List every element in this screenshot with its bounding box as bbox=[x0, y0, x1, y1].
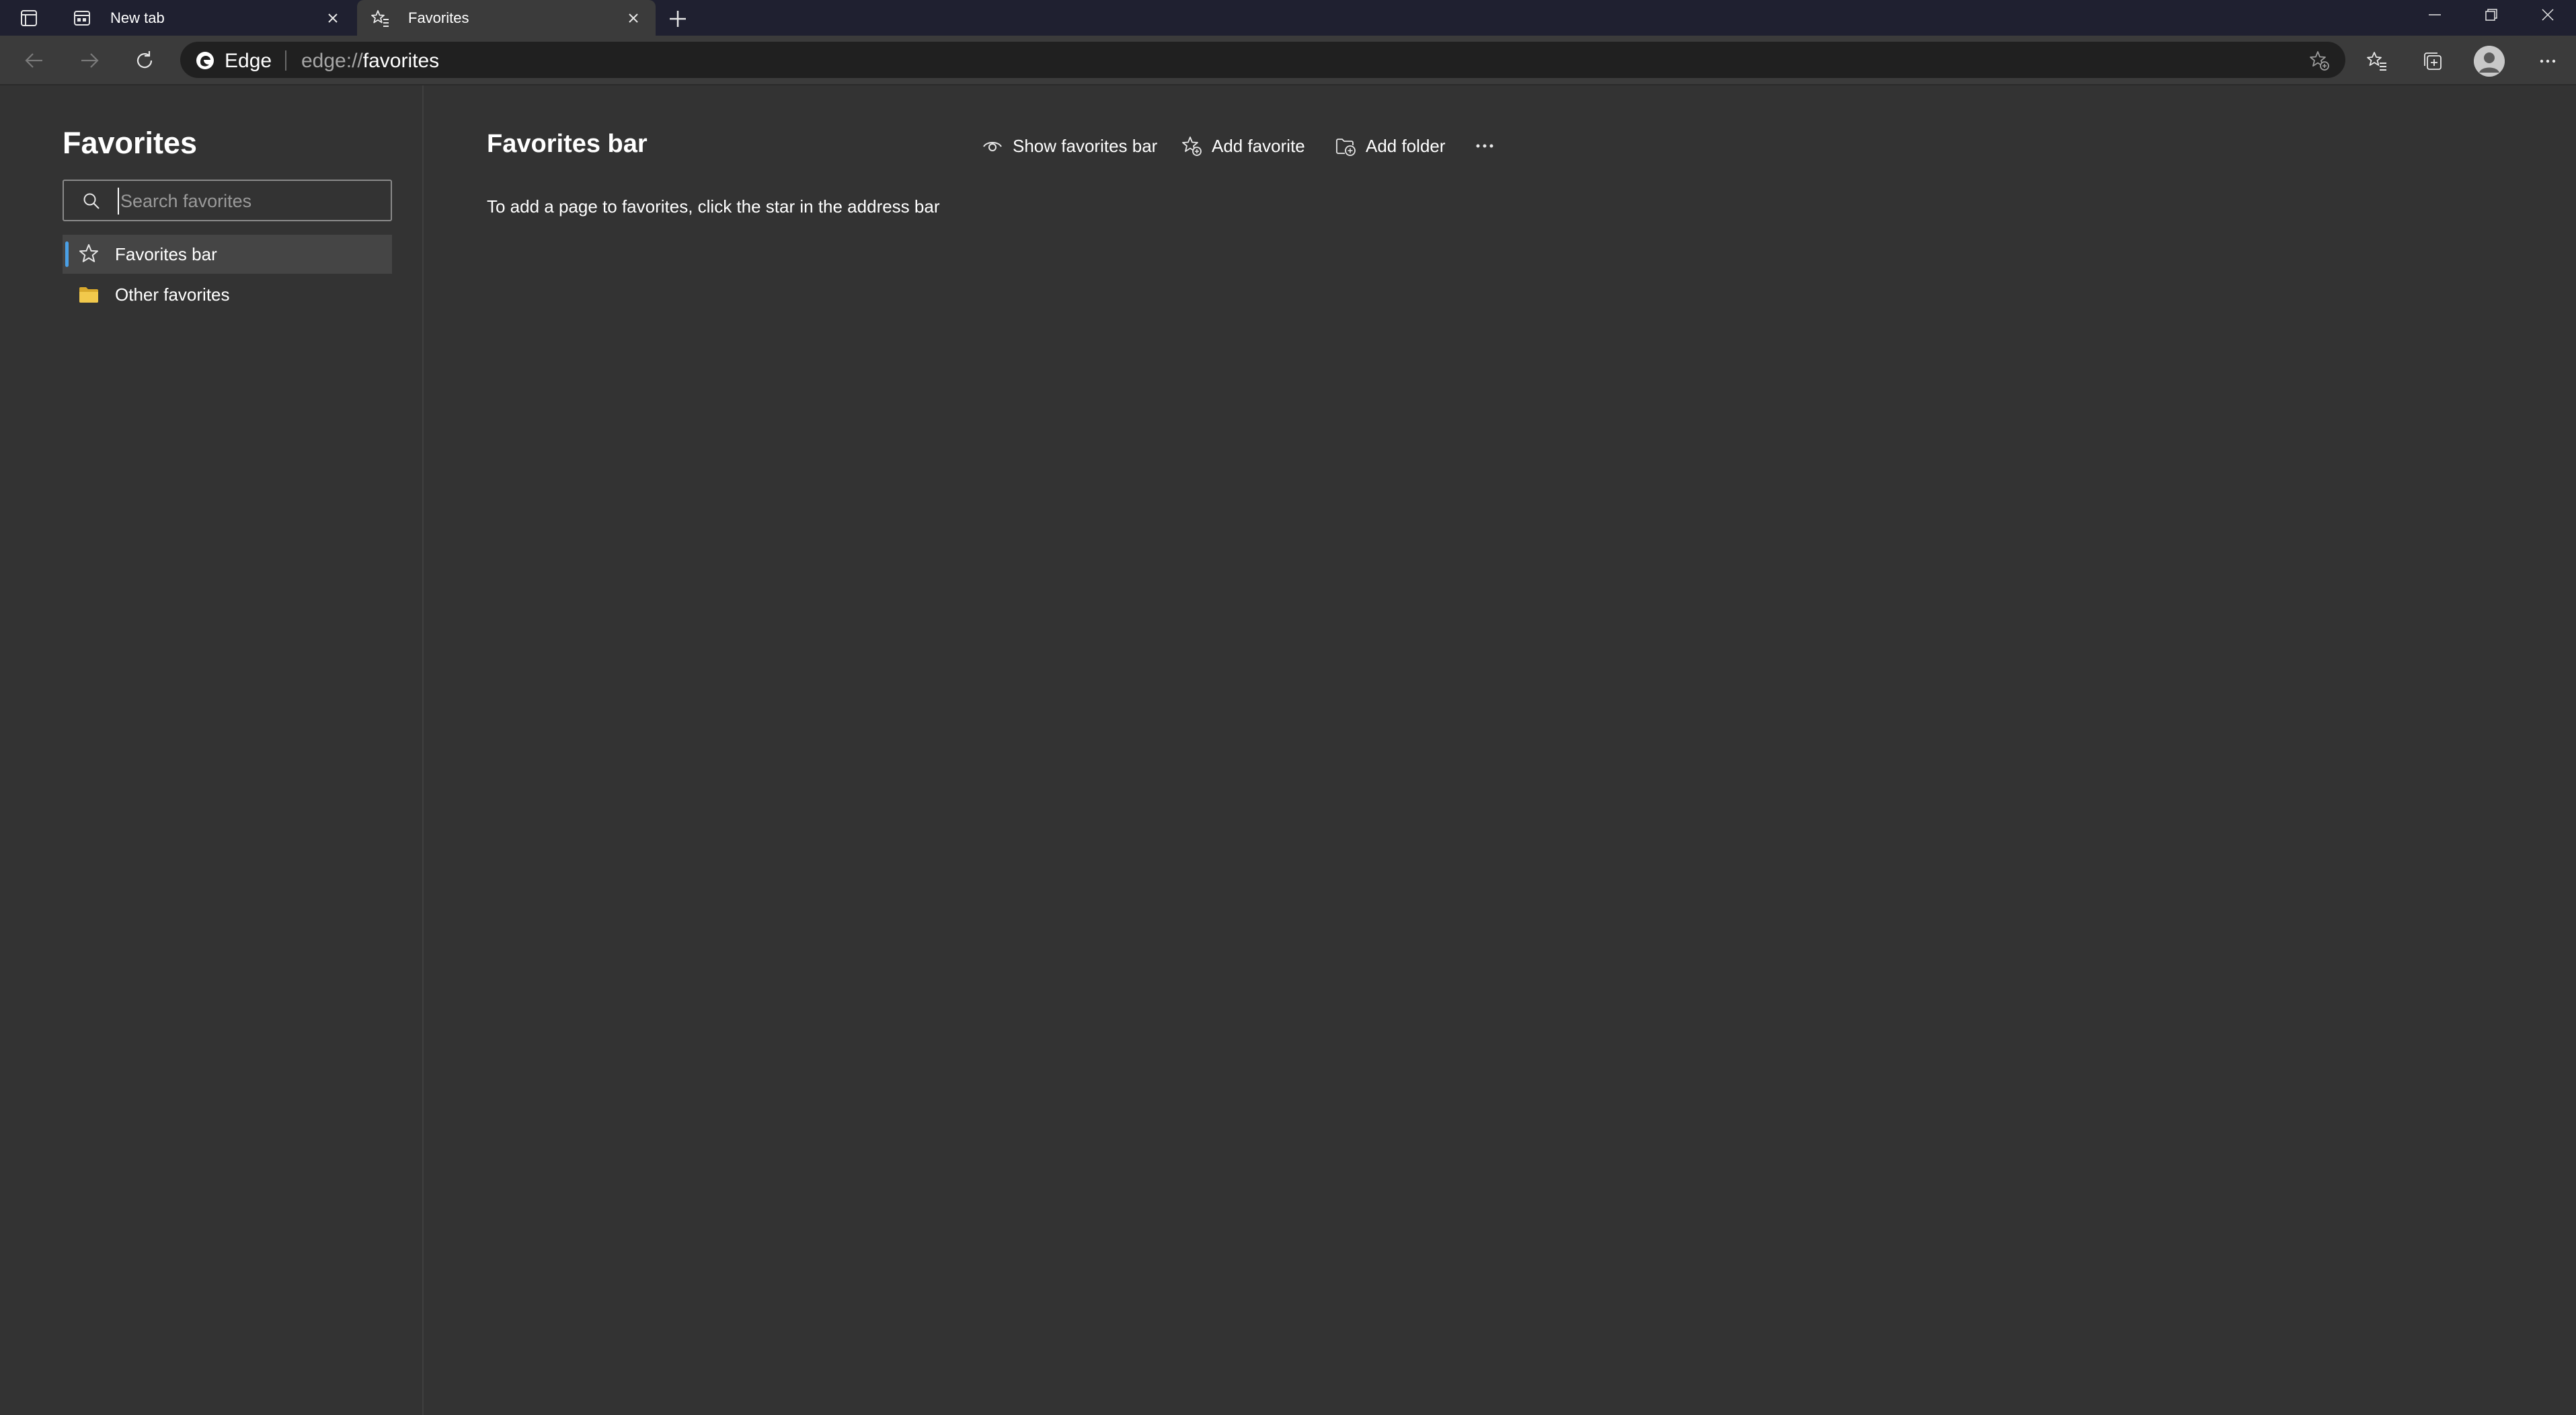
forward-arrow-icon[interactable] bbox=[75, 46, 104, 75]
site-identity-label: Edge bbox=[225, 50, 272, 72]
favorites-star-icon bbox=[370, 9, 389, 28]
favorites-main-pane: Favorites bar Show favorites bar Add fav… bbox=[425, 85, 2576, 1415]
add-favorite-button[interactable]: Add favorite bbox=[1181, 130, 1305, 162]
close-tab-icon[interactable] bbox=[324, 9, 342, 27]
page-title: Favorites bar bbox=[487, 130, 648, 158]
url-text[interactable]: edge://favorites bbox=[301, 50, 439, 73]
close-tab-icon[interactable] bbox=[625, 9, 642, 27]
address-bar[interactable]: Edge edge://favorites bbox=[180, 42, 2345, 78]
add-favorite-label: Add favorite bbox=[1212, 135, 1305, 156]
favorites-hub-icon[interactable] bbox=[2363, 47, 2391, 75]
sidebar-title: Favorites bbox=[63, 126, 198, 160]
settings-more-icon[interactable] bbox=[2534, 47, 2562, 75]
sidebar-item-label: Favorites bar bbox=[115, 243, 217, 264]
sidebar-item-label: Other favorites bbox=[115, 284, 230, 305]
eye-icon bbox=[982, 135, 1003, 157]
empty-state-message: To add a page to favorites, click the st… bbox=[487, 196, 940, 217]
browser-toolbar: Edge edge://favorites bbox=[0, 36, 2576, 85]
back-arrow-icon[interactable] bbox=[20, 46, 48, 75]
close-window-icon[interactable] bbox=[2520, 0, 2576, 30]
show-favorites-bar-button[interactable]: Show favorites bar bbox=[982, 130, 1157, 162]
minimize-icon[interactable] bbox=[2407, 0, 2463, 30]
tab-favorites[interactable]: Favorites bbox=[357, 0, 656, 36]
add-to-favorites-star-icon[interactable] bbox=[2308, 49, 2331, 72]
sidebar-item-other-favorites[interactable]: Other favorites bbox=[63, 275, 392, 314]
window-controls bbox=[2407, 0, 2576, 30]
tab-title: Favorites bbox=[408, 9, 469, 26]
refresh-icon[interactable] bbox=[130, 46, 159, 75]
new-tab-plus-icon[interactable] bbox=[666, 7, 690, 31]
tab-title: New tab bbox=[110, 9, 165, 26]
sidebar-item-favorites-bar[interactable]: Favorites bar bbox=[63, 235, 392, 274]
search-input[interactable] bbox=[118, 188, 380, 215]
new-tab-page-icon bbox=[73, 9, 91, 28]
title-bar: New tab Favorites bbox=[0, 0, 2576, 36]
folder-icon bbox=[77, 283, 100, 306]
collections-icon[interactable] bbox=[2419, 47, 2447, 75]
url-scheme: edge:// bbox=[301, 50, 363, 72]
search-icon bbox=[81, 191, 102, 211]
restore-icon[interactable] bbox=[2463, 0, 2520, 30]
address-divider bbox=[285, 50, 286, 71]
tab-actions-menu-icon[interactable] bbox=[15, 8, 44, 28]
more-options-icon[interactable] bbox=[1471, 135, 1498, 157]
edge-logo-icon bbox=[195, 50, 215, 71]
favorites-sidebar: Favorites Favorites bar Other favorites bbox=[0, 85, 424, 1415]
star-icon bbox=[77, 243, 100, 266]
url-host: favorites bbox=[362, 50, 440, 72]
add-folder-icon bbox=[1335, 135, 1356, 157]
search-box[interactable] bbox=[63, 180, 392, 221]
show-favorites-bar-label: Show favorites bar bbox=[1013, 135, 1158, 156]
profile-avatar-icon[interactable] bbox=[2474, 46, 2505, 77]
add-star-icon bbox=[1181, 135, 1202, 157]
add-folder-button[interactable]: Add folder bbox=[1335, 130, 1446, 162]
tab-new-tab[interactable]: New tab bbox=[59, 0, 355, 36]
add-folder-label: Add folder bbox=[1366, 135, 1446, 156]
selection-indicator bbox=[65, 241, 69, 267]
